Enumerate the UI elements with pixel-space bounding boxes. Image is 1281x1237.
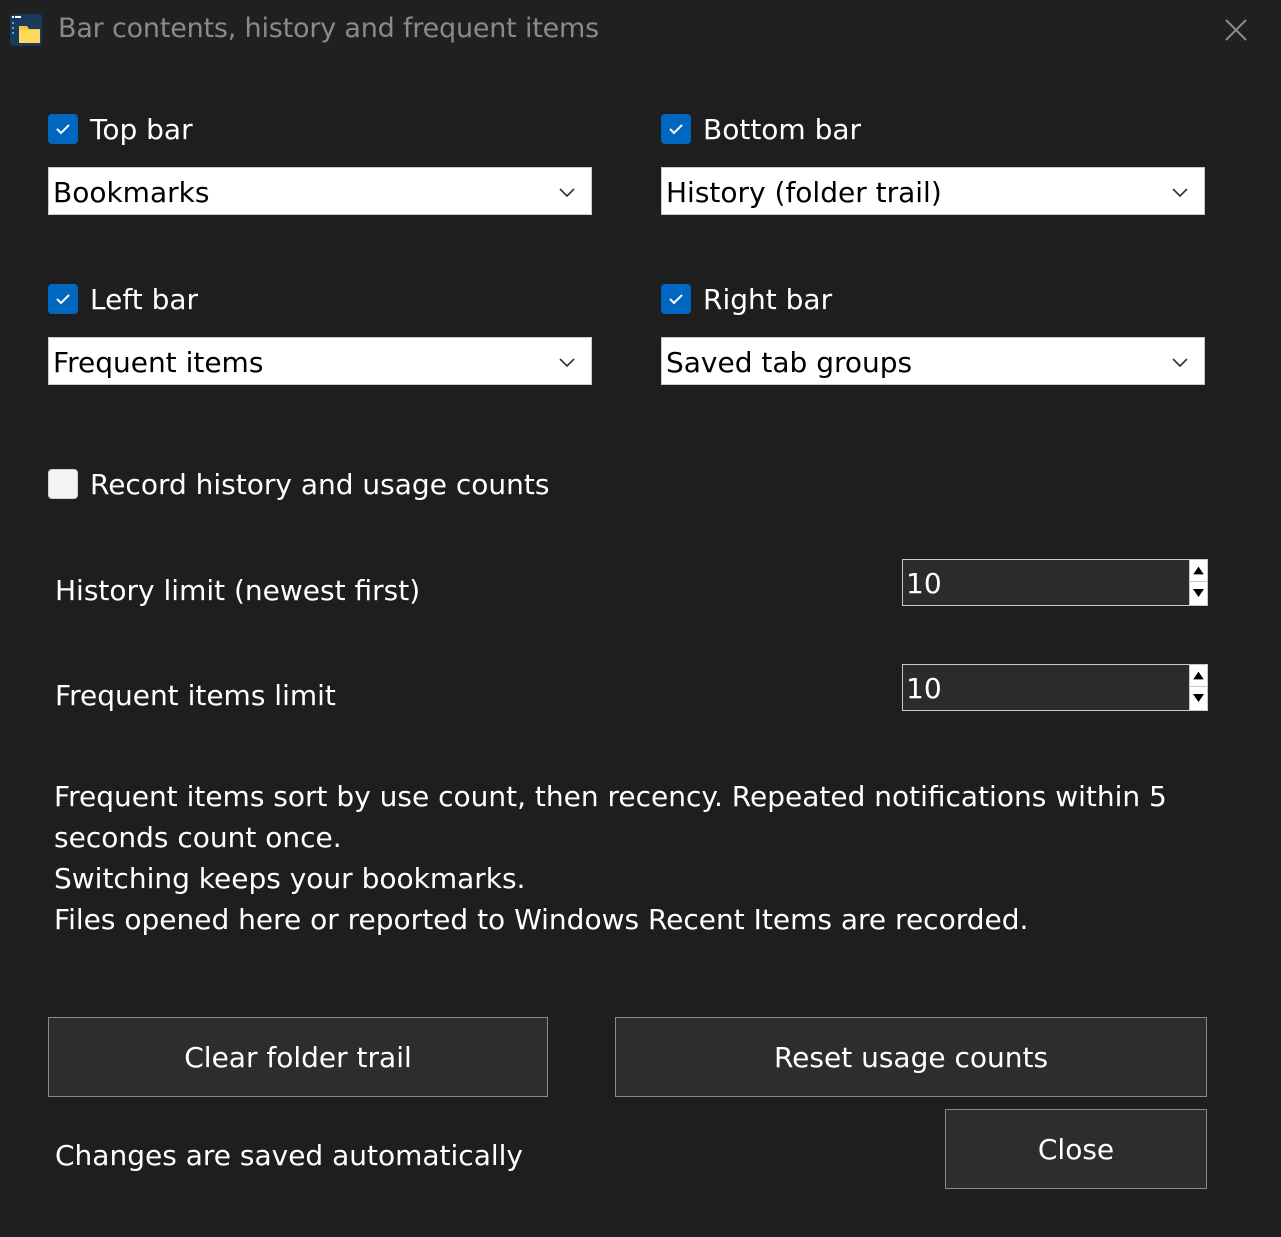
top-bar-dropdown[interactable]: Bookmarks <box>48 167 592 215</box>
bottom-bar-selected: History (folder trail) <box>666 176 942 209</box>
bottom-bar-label: Bottom bar <box>703 112 862 146</box>
left-bar-label: Left bar <box>90 282 199 316</box>
history-limit-spinbox[interactable]: 10 <box>902 559 1208 606</box>
history-limit-spin-buttons <box>1189 560 1207 605</box>
window-title: Bar contents, history and frequent items <box>58 13 600 44</box>
chevron-down-icon <box>1172 358 1188 368</box>
right-bar-dropdown[interactable]: Saved tab groups <box>661 337 1205 385</box>
status-text: Changes are saved automatically <box>55 1139 523 1172</box>
arrow-down-icon[interactable] <box>1190 582 1207 604</box>
frequent-limit-label: Frequent items limit <box>55 679 336 712</box>
left-bar-selected: Frequent items <box>53 346 264 379</box>
info-text: Frequent items sort by use count, then r… <box>54 776 1167 940</box>
clear-folder-trail-button[interactable]: Clear folder trail <box>48 1017 548 1097</box>
frequent-limit-spin-buttons <box>1189 665 1207 710</box>
close-icon[interactable] <box>1216 12 1256 48</box>
reset-usage-counts-button[interactable]: Reset usage counts <box>615 1017 1207 1097</box>
close-button[interactable]: Close <box>945 1109 1207 1189</box>
checkmark-icon <box>56 294 70 305</box>
bottom-bar-checkbox-row[interactable]: Bottom bar <box>661 112 861 146</box>
chevron-down-icon <box>559 188 575 198</box>
top-bar-checkbox[interactable] <box>48 114 78 144</box>
chevron-down-icon <box>1172 188 1188 198</box>
bottom-bar-checkbox[interactable] <box>661 114 691 144</box>
checkmark-icon <box>669 294 683 305</box>
frequent-limit-value[interactable]: 10 <box>906 672 942 705</box>
checkmark-icon <box>56 124 70 135</box>
right-bar-checkbox-row[interactable]: Right bar <box>661 282 832 316</box>
right-bar-checkbox[interactable] <box>661 284 691 314</box>
left-bar-dropdown[interactable]: Frequent items <box>48 337 592 385</box>
record-history-checkbox[interactable] <box>48 469 78 499</box>
info-line: seconds count once. <box>54 821 342 854</box>
left-bar-checkbox[interactable] <box>48 284 78 314</box>
arrow-up-icon[interactable] <box>1190 560 1207 582</box>
record-history-checkbox-row[interactable]: Record history and usage counts <box>48 467 549 501</box>
chevron-down-icon <box>559 358 575 368</box>
arrow-up-icon[interactable] <box>1190 665 1207 687</box>
right-bar-selected: Saved tab groups <box>666 346 913 379</box>
history-limit-value[interactable]: 10 <box>906 567 942 600</box>
top-bar-selected: Bookmarks <box>53 176 210 209</box>
right-bar-label: Right bar <box>703 282 833 316</box>
info-line: Switching keeps your bookmarks. <box>54 862 526 895</box>
top-bar-label: Top bar <box>90 112 193 146</box>
history-limit-label: History limit (newest first) <box>55 574 421 607</box>
info-line: Frequent items sort by use count, then r… <box>54 780 1167 813</box>
frequent-limit-spinbox[interactable]: 10 <box>902 664 1208 711</box>
info-line: Files opened here or reported to Windows… <box>54 903 1029 936</box>
arrow-down-icon[interactable] <box>1190 687 1207 709</box>
record-history-label: Record history and usage counts <box>90 467 550 501</box>
title-bar[interactable]: Bar contents, history and frequent items <box>0 0 1281 60</box>
top-bar-checkbox-row[interactable]: Top bar <box>48 112 193 146</box>
left-bar-checkbox-row[interactable]: Left bar <box>48 282 198 316</box>
dialog-window: Bar contents, history and frequent items… <box>0 0 1281 1237</box>
folder-app-icon <box>10 14 42 46</box>
checkmark-icon <box>669 124 683 135</box>
bottom-bar-dropdown[interactable]: History (folder trail) <box>661 167 1205 215</box>
